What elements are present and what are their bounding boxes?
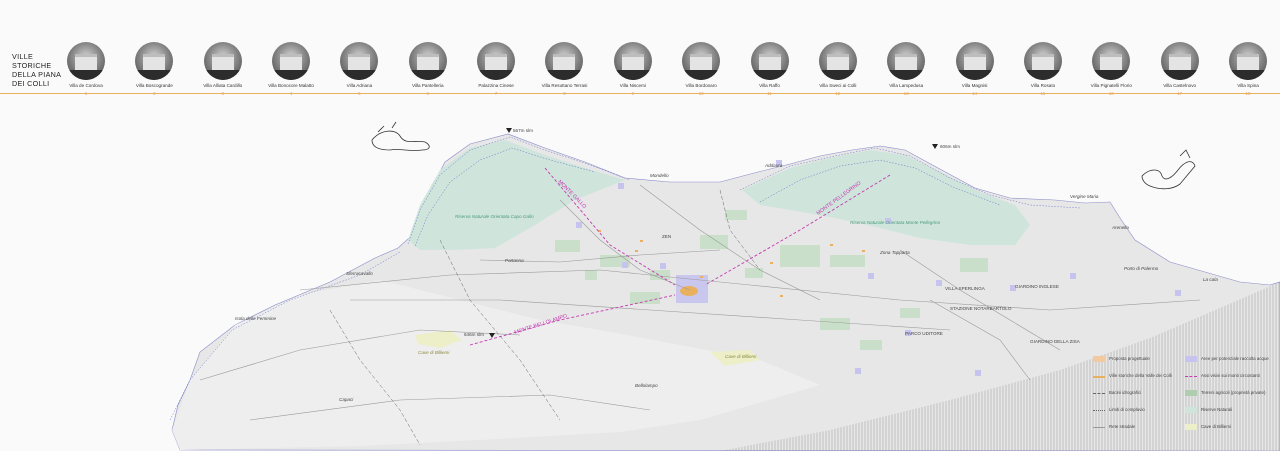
legend-symbol [1093, 427, 1105, 428]
place-label-sferracavallo: Sferracavallo [346, 271, 373, 276]
place-label-vergine-maria: Vergine Maria [1070, 194, 1099, 199]
peak-label: 606m slm [940, 144, 960, 149]
water-area [660, 263, 666, 269]
legend-symbol [1185, 407, 1197, 413]
map: 567m slm 606m slm 646m slm Mondello Adda… [169, 121, 1280, 451]
legend-symbol [1093, 356, 1105, 362]
project-proposal [680, 286, 698, 296]
sketch-stroke [371, 130, 430, 151]
place-label-partanna: Partanna [505, 258, 524, 263]
legend-item: Aree per potenziale raccolta acque [1185, 356, 1275, 362]
villa-marker [780, 295, 783, 297]
peak-label: 646m slm [464, 332, 484, 337]
water-area [618, 183, 624, 189]
place-label-porto: Porto di Palermo [1124, 266, 1159, 271]
legend-symbol [1185, 376, 1197, 377]
place-label-parco-uditore: PARCO UDITORE [905, 331, 943, 336]
farmland-patch [830, 255, 865, 267]
peak-marker [932, 144, 938, 149]
water-area [1070, 273, 1076, 279]
place-label-bellolampo: Bellolampo [635, 383, 658, 388]
farmland-patch [780, 245, 820, 267]
place-label-isola: Isola delle Femmine [235, 316, 277, 321]
sketch-stroke [1179, 149, 1191, 159]
water-area [868, 273, 874, 279]
legend-label: Rete stradale [1109, 424, 1136, 429]
water-area [975, 370, 981, 376]
villa-marker [830, 244, 833, 246]
farmland-patch [700, 235, 728, 249]
reserve-label-pellegrino: Riserva Naturale Orientata Monte Pellegr… [850, 220, 941, 225]
farmland-patch [820, 318, 850, 330]
water-area [936, 280, 942, 286]
legend-item: Ville storiche della Valle dei Colli [1093, 373, 1183, 379]
villa-marker [770, 262, 773, 264]
farmland-patch [725, 210, 747, 220]
legend-label: Assi visivi sui monti circostanti [1201, 373, 1260, 378]
place-label-capaci: Capaci [339, 397, 354, 402]
sketch-stroke [1141, 161, 1196, 190]
legend-symbol [1093, 376, 1105, 378]
legend-symbol [1185, 390, 1197, 396]
legend-item: Proposta progettuale [1093, 356, 1183, 362]
villa-marker [635, 250, 638, 252]
legend-item: Assi visivi sui monti circostanti [1185, 373, 1275, 379]
sketch-stroke [377, 121, 397, 133]
legend-item: Limiti di compluvio [1093, 407, 1183, 413]
farmland-patch [745, 268, 763, 278]
farmland-patch [585, 270, 597, 280]
place-label-la-cala: La cala [1203, 277, 1218, 282]
legend-label: Bacini idrografici [1109, 390, 1142, 395]
place-label-mondello: Mondello [650, 173, 669, 178]
legend-label: Proposta progettuale [1109, 356, 1150, 361]
place-label-cave-billiemi-2: Cave di Billiemi [725, 354, 757, 359]
farmland-patch [555, 240, 580, 252]
legend-item: Terreni agricoli (proprietà private) [1185, 390, 1275, 396]
legend-label: Aree per potenziale raccolta acque [1201, 356, 1269, 361]
water-area [622, 262, 628, 268]
legend-symbol [1185, 356, 1197, 362]
farmland-patch [900, 308, 920, 318]
reserve-label-capo-gallo: Riserva Naturale Orientata Capo Gallo [455, 214, 534, 219]
legend-label: Cave di Billiemi [1201, 424, 1232, 429]
legend-symbol [1185, 424, 1197, 430]
villa-marker [700, 276, 703, 278]
legend-label: Limiti di compluvio [1109, 407, 1145, 412]
legend-item: Riserve Naturali [1185, 407, 1275, 413]
legend-label: Terreni agricoli (proprietà private) [1201, 390, 1266, 395]
water-area [855, 368, 861, 374]
legend-symbol [1093, 393, 1105, 394]
place-label-tapparta: Zona Tapparta [879, 250, 910, 255]
legend-item: Rete stradale [1093, 424, 1183, 430]
peak-marker [506, 128, 512, 133]
place-label-arenella: Arenella [1111, 225, 1129, 230]
place-label-giardino-inglese: GIARDINO INGLESE [1015, 284, 1059, 289]
legend-label: Ville storiche della Valle dei Colli [1109, 373, 1172, 378]
place-label-zen: ZEN [662, 234, 671, 239]
sea-dragon-sketch [1141, 149, 1196, 190]
place-label-stazione: STAZIONE NOTARBARTOLO [950, 306, 1012, 311]
villa-marker [862, 250, 865, 252]
legend-item: Cave di Billiemi [1185, 424, 1275, 430]
legend-item: Bacini idrografici [1093, 390, 1183, 396]
place-label-cave-billiemi-1: Cave di Billiemi [418, 350, 450, 355]
villa-marker [640, 240, 643, 242]
water-area [576, 222, 582, 228]
farmland-patch [960, 258, 988, 272]
water-area [1175, 290, 1181, 296]
sea-monster-sketch [371, 121, 430, 151]
farmland-patch [630, 292, 660, 304]
legend-label: Riserve Naturali [1201, 407, 1233, 412]
peak-label: 567m slm [513, 128, 533, 133]
farmland-patch [860, 340, 882, 350]
place-label-villa-sperlinga: VILLA SPERLINGA [945, 286, 986, 291]
place-label-giardino-zisa: GIARDINO DELLA ZISA [1030, 339, 1081, 344]
legend: Proposta progettuale Aree per potenziale … [1093, 356, 1273, 446]
legend-symbol [1093, 410, 1105, 411]
place-label-addaura: Addaura [764, 163, 783, 168]
